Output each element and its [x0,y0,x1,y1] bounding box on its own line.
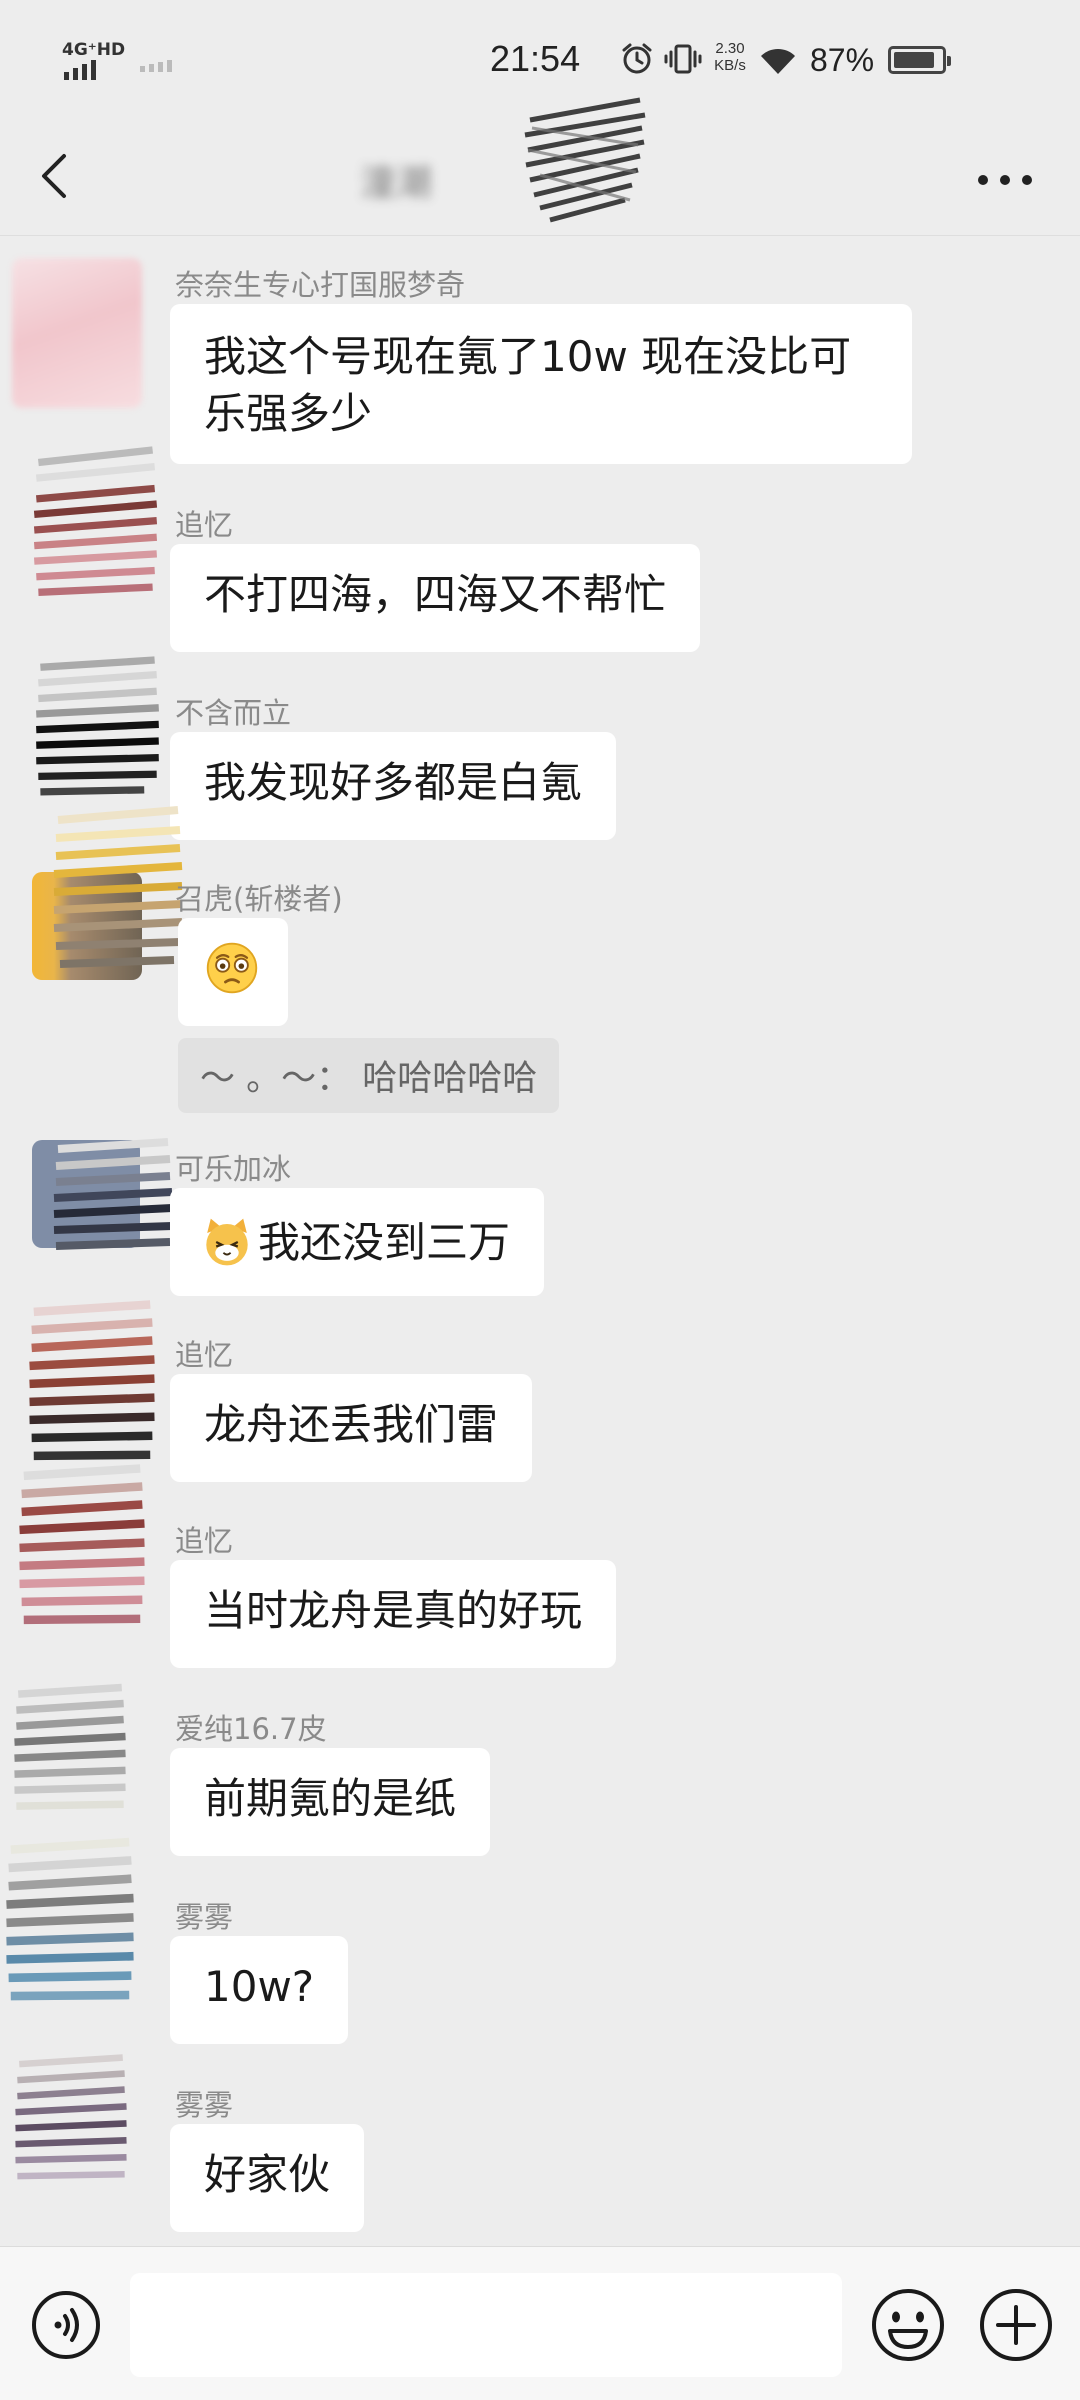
speed-value: 2.30 [715,40,745,57]
avatar[interactable] [12,1460,152,1640]
sender-name: 追忆 [175,508,234,542]
battery-fill [894,52,935,68]
voice-icon[interactable] [30,2289,102,2361]
sender-name: 追忆 [175,1338,234,1372]
sender-name: 可乐加冰 [175,1152,292,1186]
network-type: 4G⁺HD [62,40,126,60]
sender-name: 不含而立 [175,696,292,730]
speed-unit: KB/s [714,57,746,74]
network-speed: 2.30 KB/s [708,40,752,74]
avatar-redaction [53,806,183,968]
avatar[interactable] [0,1680,140,1840]
sender-name: 追忆 [175,1524,234,1558]
clock: 21:54 [490,38,581,79]
message-bubble[interactable]: 前期氪的是纸 [170,1748,491,1856]
signal-secondary-icon [140,60,172,72]
sender-name: 奈奈生专心打国服梦奇 [175,268,466,302]
input-bar [0,2246,1080,2400]
message-bubble[interactable]: 好家伙 [170,2124,365,2232]
cat-face-emoji [206,1218,248,1266]
avatar[interactable] [6,2050,136,2210]
vibrate-icon [664,44,702,74]
message-bubble[interactable]: 当时龙舟是真的好玩 [170,1560,617,1668]
sender-name: 召虎(斩楼者) [175,882,343,916]
message-bubble[interactable]: 不打四海，四海又不帮忙 [170,544,701,652]
message-bubble[interactable]: 我还没到三万 [170,1188,545,1296]
message-text: 我还没到三万 [258,1217,511,1267]
battery-icon [888,46,951,74]
message-bubble[interactable]: 我发现好多都是白氪 [170,732,617,840]
avatar[interactable] [28,440,163,620]
more-icon[interactable] [970,160,1040,200]
emoji-icon[interactable] [870,2287,946,2363]
battery-percent: 87% [810,42,875,78]
message-bubble[interactable]: 我这个号现在氪了10w 现在没比可乐强多少 [170,304,912,464]
signal-icon [64,60,96,80]
back-button[interactable] [30,146,80,206]
wifi-icon [761,48,795,74]
message-bubble[interactable]: 龙舟还丢我们雷 [170,1374,533,1482]
sender-name: 雾雾 [175,1900,234,1934]
sender-name: 爱纯16.7皮 [175,1712,327,1746]
alarm-icon [622,43,652,74]
title-redaction [524,97,646,223]
plus-icon[interactable] [978,2287,1054,2363]
sender-name: 雾雾 [175,2088,234,2122]
message-bubble[interactable]: 10w? [170,1936,349,2044]
avatar[interactable] [22,1296,162,1476]
message-input[interactable] [130,2273,842,2377]
system-note: ～ 。～： 哈哈哈哈哈 [178,1038,560,1113]
avatar[interactable] [0,1830,140,2020]
pleading-face-emoji [206,942,258,994]
message-bubble[interactable] [178,918,288,1026]
avatar-redaction [53,1138,173,1250]
avatar[interactable] [12,258,142,408]
